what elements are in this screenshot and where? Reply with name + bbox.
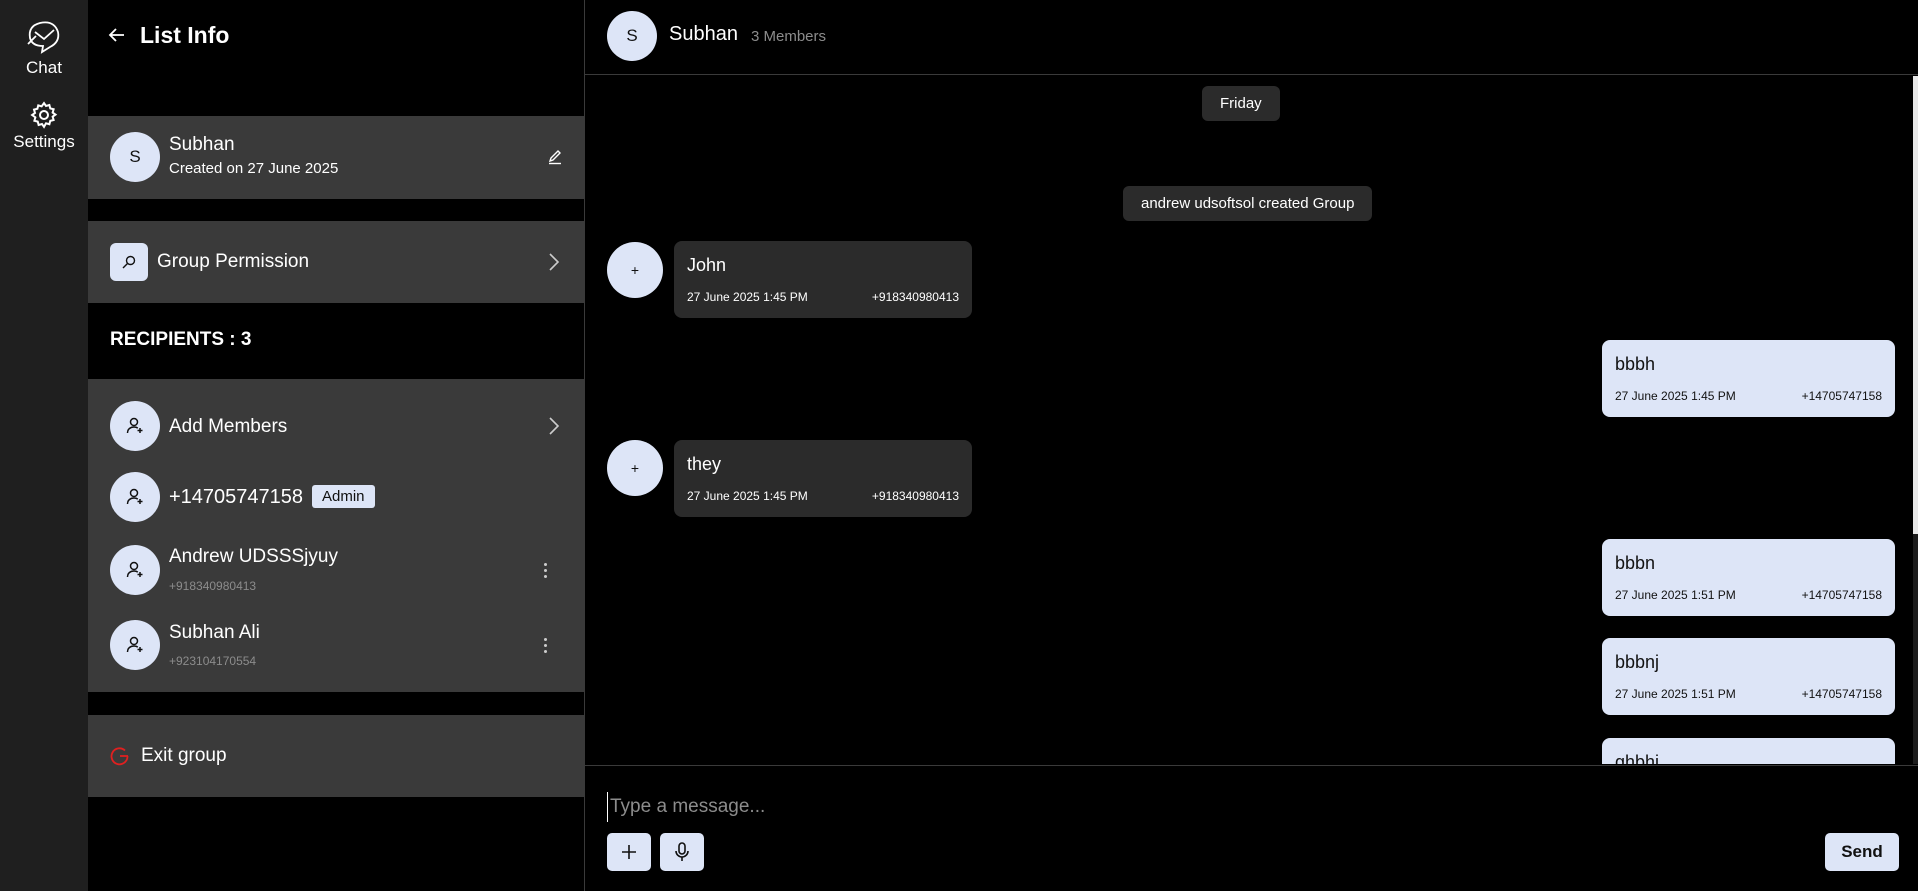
message-bubble-incoming[interactable]: they 27 June 2025 1:45 PM +918340980413	[674, 440, 972, 517]
member-menu-icon[interactable]	[542, 638, 548, 653]
system-message: andrew udsoftsol created Group	[1123, 186, 1373, 221]
message-input[interactable]	[607, 792, 1607, 822]
nav-settings[interactable]: Settings	[0, 100, 88, 152]
microphone-icon	[675, 842, 689, 861]
group-created-date: Created on 27 June 2025	[169, 160, 339, 177]
message-time: 27 June 2025 1:45 PM	[687, 489, 808, 503]
chevron-right-icon	[549, 253, 560, 271]
message-time: 27 June 2025 1:45 PM	[687, 290, 808, 304]
member-name: Subhan Ali	[169, 622, 260, 643]
member-phone: +923104170554	[169, 654, 257, 668]
add-members-row[interactable]: Add Members	[88, 379, 584, 451]
edit-icon[interactable]	[547, 149, 563, 165]
message-time: 27 June 2025 1:51 PM	[1615, 588, 1736, 602]
gear-icon	[30, 101, 58, 129]
chevron-right-icon	[549, 417, 560, 435]
group-card: S Subhan Created on 27 June 2025	[88, 116, 584, 199]
user-icon	[126, 488, 143, 505]
members-block: Add Members +14705747158 Admin Andrew UD…	[88, 379, 584, 692]
add-user-icon	[126, 417, 143, 434]
member-avatar	[110, 545, 160, 595]
member-name: Andrew UDSSSjyuy	[169, 546, 338, 567]
back-arrow-icon[interactable]	[108, 26, 126, 44]
plus-icon	[622, 845, 636, 859]
chat-icon	[27, 21, 60, 54]
search-icon	[122, 255, 136, 269]
message-list: Friday andrew udsoftsol created Group + …	[585, 76, 1918, 764]
message-bubble-incoming[interactable]: John 27 June 2025 1:45 PM +918340980413	[674, 241, 972, 318]
group-permission-label: Group Permission	[157, 251, 310, 272]
add-members-label: Add Members	[169, 416, 288, 437]
message-time: 27 June 2025 1:45 PM	[1615, 389, 1736, 403]
list-info-panel: List Info S Subhan Created on 27 June 20…	[88, 0, 584, 891]
exit-group-label: Exit group	[141, 745, 227, 766]
chat-members-count: 3 Members	[751, 28, 827, 45]
message-text: John	[687, 255, 727, 275]
message-composer: Send	[585, 765, 1918, 891]
message-text: bbbnj	[1615, 652, 1660, 672]
user-icon	[126, 561, 143, 578]
attach-button[interactable]	[607, 833, 651, 871]
member-avatar	[110, 620, 160, 670]
message-time: 27 June 2025 1:51 PM	[1615, 687, 1736, 701]
sender-avatar[interactable]: +	[607, 440, 663, 496]
nav-rail: Chat Settings	[0, 0, 88, 891]
message-bubble-outgoing[interactable]: bbbn 27 June 2025 1:51 PM +14705747158	[1602, 539, 1895, 616]
panel-header: List Info	[108, 20, 229, 50]
message-text: ghbhj	[1615, 752, 1660, 764]
member-name: +14705747158	[169, 486, 304, 508]
member-menu-icon[interactable]	[542, 563, 548, 578]
add-member-avatar	[110, 401, 160, 451]
message-sender-number: +14705747158	[1801, 687, 1882, 701]
chat-group-name[interactable]: Subhan	[669, 23, 738, 46]
nav-settings-label: Settings	[13, 132, 75, 151]
message-text: bbbn	[1615, 553, 1656, 573]
message-sender-number: +14705747158	[1801, 389, 1882, 403]
message-scrollbar-thumb[interactable]	[1913, 76, 1918, 534]
message-sender-number: +918340980413	[871, 489, 959, 503]
sender-avatar[interactable]: +	[607, 242, 663, 298]
panel-title: List Info	[140, 21, 230, 48]
message-sender-number: +918340980413	[871, 290, 959, 304]
chat-header: S Subhan 3 Members	[585, 0, 1918, 75]
exit-icon	[110, 747, 129, 766]
message-text: they	[687, 454, 722, 474]
member-avatar	[110, 472, 160, 522]
send-button[interactable]: Send	[1825, 833, 1899, 871]
group-permission-row[interactable]: Group Permission	[88, 221, 584, 303]
nav-chat-label: Chat	[26, 58, 62, 77]
group-name: Subhan	[169, 134, 235, 155]
date-separator: Friday	[1202, 86, 1280, 121]
recipients-count: RECIPIENTS : 3	[110, 329, 252, 350]
user-icon	[126, 636, 143, 653]
admin-badge: Admin	[312, 485, 375, 508]
member-phone: +918340980413	[169, 579, 257, 593]
chat-area: S Subhan 3 Members Friday andrew udsofts…	[584, 0, 1918, 891]
chat-group-avatar[interactable]: S	[607, 11, 657, 61]
group-avatar: S	[110, 132, 160, 182]
permission-icon-box	[110, 243, 148, 281]
message-sender-number: +14705747158	[1801, 588, 1882, 602]
nav-chat[interactable]: Chat	[0, 18, 88, 78]
message-bubble-outgoing[interactable]: ghbhj	[1602, 738, 1895, 764]
exit-group-row[interactable]: Exit group	[88, 715, 584, 797]
voice-record-button[interactable]	[660, 833, 704, 871]
message-bubble-outgoing[interactable]: bbbnj 27 June 2025 1:51 PM +14705747158	[1602, 638, 1895, 715]
message-bubble-outgoing[interactable]: bbbh 27 June 2025 1:45 PM +14705747158	[1602, 340, 1895, 417]
message-text: bbbh	[1615, 354, 1656, 374]
